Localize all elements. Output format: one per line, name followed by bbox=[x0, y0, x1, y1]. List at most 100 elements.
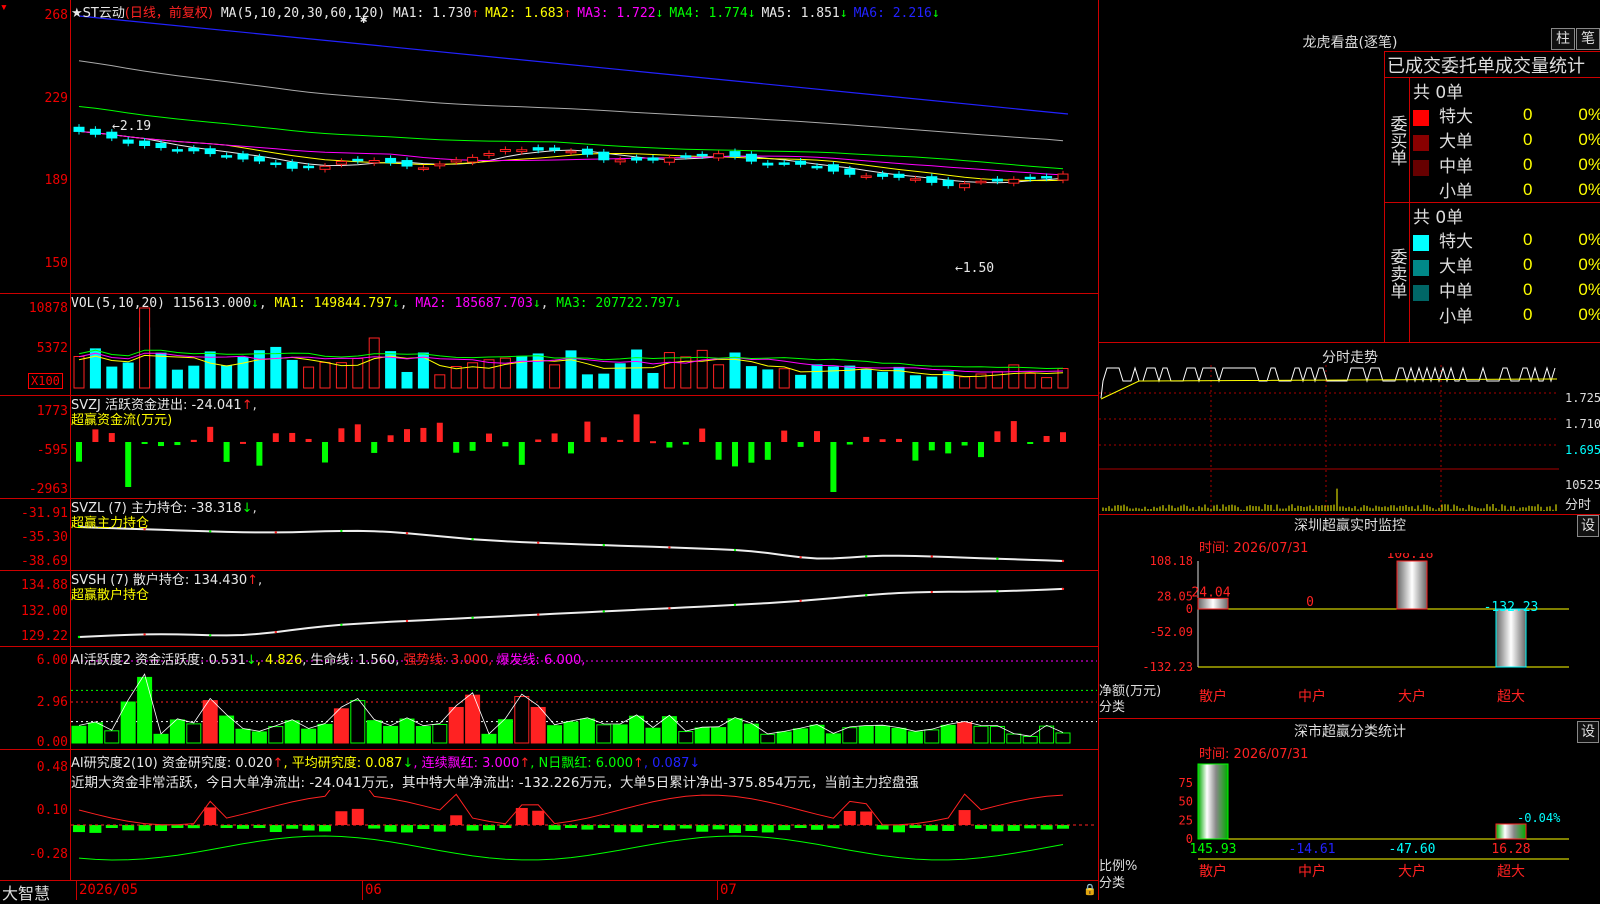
kline-plot[interactable] bbox=[71, 0, 1097, 293]
money-flow-bar bbox=[305, 438, 312, 442]
ai-research-plot[interactable] bbox=[71, 790, 1097, 880]
high-annotation: ←2.19 bbox=[112, 119, 152, 134]
menu-arrow-icon[interactable]: ▾ bbox=[0, 0, 8, 15]
kline-pane[interactable]: ★ST云动(日线，前复权) MA(5,10,20,30,60,120) MA1:… bbox=[0, 0, 1098, 294]
activity-bar bbox=[924, 729, 940, 744]
research-bar bbox=[548, 825, 561, 830]
research-bar bbox=[876, 825, 889, 830]
order-size-label: 小单 bbox=[1439, 182, 1473, 201]
activity-bar bbox=[875, 725, 891, 744]
money-flow-bar bbox=[486, 433, 492, 442]
activity-bar bbox=[563, 721, 579, 744]
activity-bar bbox=[481, 733, 497, 744]
volume-bar bbox=[581, 374, 593, 389]
category-label: 超大 bbox=[1497, 689, 1525, 705]
volume-bar bbox=[73, 356, 85, 389]
candle-body bbox=[877, 173, 889, 177]
ai-activity-pane[interactable]: AI活跃度2 资金活跃度: 0.531↓, 4.826, 生命线: 1.560,… bbox=[0, 647, 1098, 750]
money-flow-bar bbox=[945, 442, 952, 454]
money-flow-bar bbox=[240, 441, 246, 444]
volume-pane[interactable]: VOL(5,10,20) 115613.000↓, MA1: 149844.79… bbox=[0, 294, 1098, 396]
money-flow-bar bbox=[404, 429, 410, 442]
activity-bar bbox=[907, 731, 923, 744]
holding-point bbox=[799, 556, 802, 559]
svsh-pane[interactable]: SVSH (7) 散户持仓: 134.430↑, 超赢散户持仓 134.88 1… bbox=[0, 571, 1098, 647]
money-flow-bar bbox=[223, 442, 230, 462]
classification-chart[interactable]: 7550250145.93散户-14.61中户-47.60大户16.28超大-0… bbox=[1099, 759, 1600, 900]
y-tick: -31.91 bbox=[21, 506, 68, 521]
research-bar bbox=[483, 825, 495, 831]
candle-body bbox=[467, 156, 479, 163]
ratio-value-label: 16.28 bbox=[1491, 842, 1530, 857]
money-flow-bar bbox=[1043, 435, 1050, 442]
money-flow-bar bbox=[502, 442, 509, 447]
volume-bar bbox=[1008, 364, 1020, 389]
research-bar bbox=[122, 825, 135, 831]
activity-bar bbox=[579, 718, 595, 744]
y-tick: 0.10 bbox=[36, 803, 68, 818]
flow-bar bbox=[1396, 560, 1428, 610]
money-flow-bar bbox=[748, 442, 755, 463]
money-flow-bar bbox=[256, 442, 263, 466]
activity-bar bbox=[989, 725, 1005, 744]
y-tick: 6.00 bbox=[36, 653, 68, 668]
super-percent-label: -0.04% bbox=[1517, 811, 1561, 825]
candle-body bbox=[795, 160, 807, 165]
activity-bar bbox=[514, 696, 530, 744]
activity-bar bbox=[235, 728, 251, 744]
activity-bar bbox=[661, 716, 677, 744]
candle-body bbox=[499, 149, 511, 152]
intraday-chart[interactable] bbox=[1099, 365, 1559, 513]
monitor-chart[interactable]: 108.1828.050-52.09-132.2324.04散户0中户108.1… bbox=[1099, 553, 1600, 717]
ma-arrow-icon: ↓ bbox=[931, 6, 940, 21]
svzl-pane[interactable]: SVZL (7) 主力持仓: -38.318↓, 超赢主力持仓 -31.91 -… bbox=[0, 499, 1098, 571]
money-flow-bar bbox=[863, 436, 870, 442]
monitor-panel: 深圳超赢实时监控 设 时间: 2026/07/31 108.18 28.05 0 -5… bbox=[1099, 515, 1600, 717]
order-size-label: 特大 bbox=[1439, 232, 1473, 251]
research-bar bbox=[73, 825, 85, 833]
activity-bar bbox=[743, 723, 759, 744]
research-bar bbox=[155, 825, 167, 831]
intraday-panel: 分时走势 1.725 1.710 1.695 10525 分时 bbox=[1099, 343, 1600, 513]
classification-settings-button[interactable]: 设 bbox=[1577, 721, 1599, 743]
color-swatch-icon bbox=[1413, 185, 1429, 201]
research-bar bbox=[778, 825, 791, 831]
candle-body bbox=[581, 148, 593, 155]
holding-point bbox=[602, 610, 605, 613]
holding-point bbox=[799, 599, 802, 603]
research-bar bbox=[269, 825, 282, 833]
research-bar bbox=[204, 807, 217, 825]
bar-value-label: -132.23 bbox=[1484, 600, 1539, 615]
money-flow-bar bbox=[272, 433, 279, 442]
sell-table: 特大 0 0% 大单 0 0% 中单 0 0% 小单 0 0% bbox=[1413, 227, 1600, 327]
money-flow-bar bbox=[92, 429, 99, 442]
research-bar bbox=[991, 825, 1004, 832]
activity-bar bbox=[645, 727, 661, 744]
volume-bar bbox=[319, 361, 331, 389]
volume-bar bbox=[926, 376, 938, 389]
activity-bar bbox=[301, 728, 317, 744]
research-bar bbox=[351, 808, 364, 825]
order-count: 0 bbox=[1523, 129, 1533, 149]
column-view-button[interactable]: 柱 bbox=[1551, 28, 1575, 50]
vol-ma3: MA3: 207722.797 bbox=[556, 296, 674, 311]
activity-bar bbox=[350, 700, 366, 744]
ai-research-pane[interactable]: AI研究度2(10) 资金研究度: 0.020↑, 平均研究度: 0.087↓,… bbox=[0, 750, 1098, 881]
monitor-settings-button[interactable]: 设 bbox=[1577, 515, 1599, 537]
research-bar bbox=[1007, 825, 1020, 831]
holding-point bbox=[471, 537, 474, 541]
order-row: 小单 0 0% bbox=[1413, 302, 1600, 327]
money-flow-bar bbox=[797, 442, 804, 447]
volume-bar bbox=[877, 371, 889, 389]
activity-bar bbox=[284, 720, 300, 744]
order-row: 大单 0 0% bbox=[1413, 127, 1600, 152]
ma-value-4: MA4: 1.774↓ bbox=[669, 6, 756, 21]
chart-area[interactable]: ★ST云动(日线，前复权) MA(5,10,20,30,60,120) MA1:… bbox=[0, 0, 1098, 903]
money-flow-bar bbox=[961, 442, 968, 446]
ma-arrow-icon: ↓ bbox=[747, 6, 756, 21]
volume-bar bbox=[450, 366, 462, 389]
research-bar bbox=[532, 810, 545, 825]
tick-view-button[interactable]: 笔 bbox=[1576, 28, 1600, 50]
activity-bar bbox=[891, 727, 907, 744]
svzj-pane[interactable]: SVZJ 活跃资金进出: -24.041↑, 超赢资金流(万元) 1773 -5… bbox=[0, 396, 1098, 499]
